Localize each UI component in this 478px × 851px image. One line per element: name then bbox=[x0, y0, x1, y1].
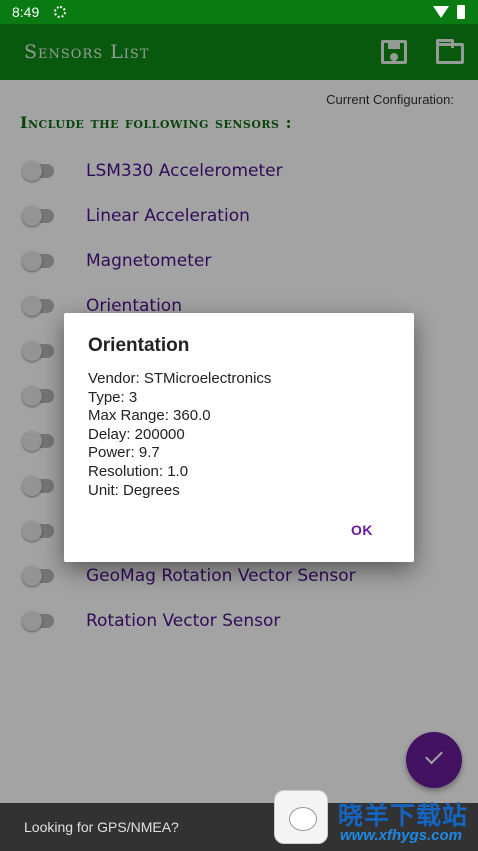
sensor-info-dialog: Orientation Vendor: STMicroelectronics T… bbox=[64, 313, 414, 562]
wifi-icon bbox=[433, 6, 449, 18]
dialog-scrim-top bbox=[0, 24, 478, 80]
dialog-max-range: Max Range: 360.0 bbox=[88, 407, 211, 425]
dialog-body: Vendor: STMicroelectronics Type: 3 Max R… bbox=[88, 370, 271, 500]
status-bar: 8:49 bbox=[0, 0, 478, 24]
dialog-type: Type: 3 bbox=[88, 388, 138, 406]
dialog-vendor: Vendor: STMicroelectronics bbox=[88, 370, 272, 387]
ok-button[interactable]: OK bbox=[351, 522, 373, 538]
watermark-url: www.xfhygs.com bbox=[340, 827, 462, 844]
dialog-title: Orientation bbox=[88, 335, 190, 356]
status-time: 8:49 bbox=[12, 4, 40, 20]
dialog-power: Power: 9.7 bbox=[88, 444, 160, 462]
snackbar-text: Looking for GPS/NMEA? bbox=[24, 819, 179, 835]
sync-icon bbox=[54, 6, 66, 18]
battery-icon bbox=[457, 5, 465, 19]
watermark-logo-icon bbox=[274, 790, 328, 844]
dialog-delay: Delay: 200000 bbox=[88, 425, 185, 443]
dialog-resolution: Resolution: 1.0 bbox=[88, 462, 189, 480]
dialog-unit: Unit: Degrees bbox=[88, 481, 180, 499]
